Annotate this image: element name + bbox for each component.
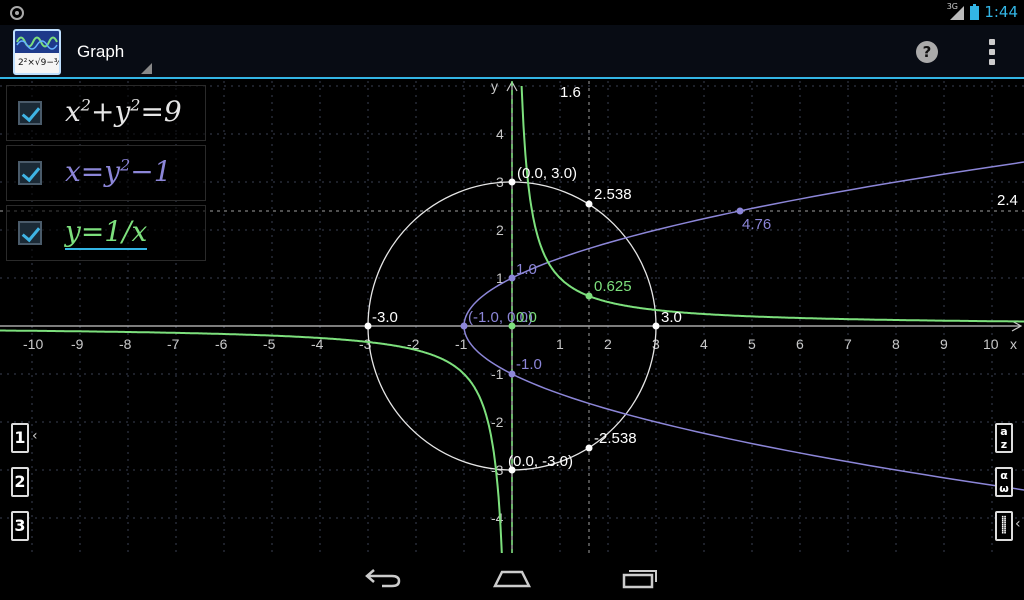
label-circle-left: -3.0 [372,309,398,326]
x-tick-label: 7 [844,336,852,352]
point-origin[interactable] [508,322,516,330]
x-tick-label: 8 [892,336,900,352]
checkbox-icon[interactable] [18,161,42,185]
keypad-button[interactable]: ⠿ ⠿ ⠿ [995,511,1013,541]
graph-canvas[interactable]: x y -10 -9 -8 -7 -6 -5 -4 -3 -2 -1 1 2 3 4 5 6 7 8 9 10 432… [0,81,1024,553]
key-expand-icon[interactable]: ‹ [32,428,38,444]
equation-row-2[interactable]: x=y2−1 [6,145,206,201]
overflow-menu-icon[interactable] [982,39,1002,65]
home-icon[interactable] [492,566,532,590]
key-2-button[interactable]: 2 [11,467,29,497]
x-tick-label: 9 [940,336,948,352]
point-circle-right[interactable] [652,322,660,330]
x-tick-label: 2 [604,336,612,352]
recent-apps-icon[interactable] [620,566,660,590]
help-icon[interactable]: ? [916,41,938,63]
x-tick-label: -10 [23,336,43,352]
x-tick-label: -5 [263,336,276,352]
checkbox-icon[interactable] [18,101,42,125]
key-1-button[interactable]: 1 [11,423,29,453]
signal-icon [950,6,964,20]
x-tick-labels: -10 -9 -8 -7 -6 -5 -4 -3 -2 -1 1 2 3 4 5 6 7 8 9 10 [23,336,999,352]
clock: 1:44 [984,3,1018,21]
y-tick-label: -4 [491,510,504,526]
x-tick-label: 10 [983,336,999,352]
label-hyperbola-tracer: 0.625 [594,278,632,295]
label-parabola-down: -1.0 [516,356,542,373]
keypad-expand-icon[interactable]: ‹ [1015,516,1021,532]
label-circle-tracer-top: 2.538 [594,186,632,203]
x-axis-label: x [1010,336,1017,352]
point-parabola-down[interactable] [508,370,516,378]
y-axis-label: y [491,81,498,94]
status-bar: 3G 1:44 [0,0,1024,25]
x-tick-label: -9 [71,336,84,352]
navigation-bar [0,553,1024,600]
label-circle-right: 3.0 [661,309,682,326]
label-origin: 0.0 [516,309,537,326]
x-tick-label: 1 [556,336,564,352]
label-parabola-tracer: 4.76 [742,216,771,233]
x-tick-label: 5 [748,336,756,352]
x-tick-label: 6 [796,336,804,352]
tracer-y-value: 2.4 [997,192,1018,209]
point-circle-top[interactable] [508,178,516,186]
y-tick-label: 4 [496,126,504,142]
y-tick-label: 2 [496,222,504,238]
x-tick-label: -7 [167,336,180,352]
x-tick-label: -1 [455,336,468,352]
battery-icon [970,4,979,20]
point-parabola-tracer[interactable] [736,207,744,215]
app-title[interactable]: Graph [77,42,124,62]
equation-text[interactable]: y=1/x [65,215,148,250]
label-circle-bottom: (0.0, -3.0) [508,453,573,470]
point-circle-tracer-bottom[interactable] [585,444,593,452]
label-parabola-up: 1.0 [516,261,537,278]
checkbox-icon[interactable] [18,221,42,245]
notification-icon [10,6,24,20]
equation-row-3[interactable]: y=1/x [6,205,206,261]
point-circle-left[interactable] [364,322,372,330]
greek-keyboard-button[interactable]: αω [995,467,1013,497]
dropdown-indicator-icon[interactable] [141,63,152,74]
tracer-x-value: 1.6 [560,84,581,101]
x-tick-label: -6 [215,336,228,352]
action-bar: 2²×√9−³⁄₂ Graph ? [0,25,1024,79]
point-parabola-vertex[interactable] [460,322,468,330]
svg-text:2²×√9−³⁄₂: 2²×√9−³⁄₂ [18,57,59,68]
equation-row-1[interactable]: x2+y2=9 [6,85,206,141]
back-icon[interactable] [364,566,404,590]
y-tick-label: -2 [491,414,504,430]
equation-text[interactable]: x2+y2=9 [65,95,182,128]
key-3-button[interactable]: 3 [11,511,29,541]
x-tick-label: 4 [700,336,708,352]
app-logo-icon[interactable]: 2²×√9−³⁄₂ [13,29,61,75]
x-tick-label: -8 [119,336,132,352]
equation-text[interactable]: x=y2−1 [65,155,172,188]
label-circle-tracer-bottom: -2.538 [594,430,637,447]
label-circle-top: (0.0, 3.0) [517,165,577,182]
point-hyperbola-tracer[interactable] [585,292,593,300]
point-circle-tracer-top[interactable] [585,200,593,208]
point-parabola-up[interactable] [508,274,516,282]
alpha-keyboard-button[interactable]: az [995,423,1013,453]
